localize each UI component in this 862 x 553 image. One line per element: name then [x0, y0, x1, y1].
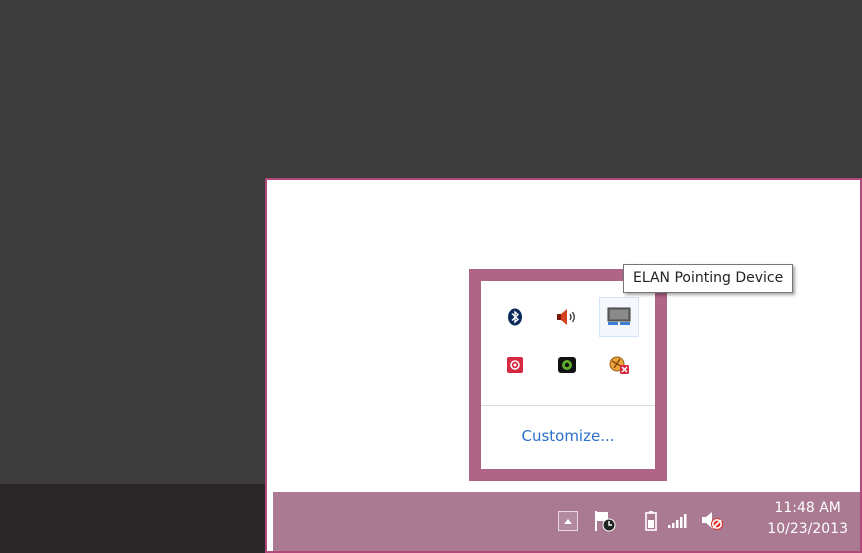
chevron-up-icon — [564, 518, 572, 524]
tray-item-network-warning[interactable] — [599, 345, 639, 385]
signal-bars-icon — [668, 514, 687, 528]
yellow-warning-network-icon — [609, 356, 629, 374]
volume-button[interactable] — [701, 509, 725, 533]
volume-muted-icon — [702, 512, 723, 530]
clock-date: 10/23/2013 — [767, 521, 848, 537]
speaker-icon — [557, 309, 575, 325]
tray-item-speaker[interactable] — [547, 297, 587, 337]
tray-item-elan-pointing-device[interactable] — [599, 297, 639, 337]
desktop-taskbar-background — [0, 484, 268, 553]
red-app-icon — [507, 357, 523, 373]
action-center-button[interactable] — [593, 509, 617, 533]
battery-button[interactable] — [639, 509, 663, 533]
show-hidden-icons-button[interactable] — [558, 511, 578, 531]
green-eye-icon — [558, 357, 576, 373]
tray-item-red-app[interactable] — [495, 345, 535, 385]
elan-pointing-device-icon — [607, 307, 631, 325]
network-button[interactable] — [665, 509, 689, 533]
notification-overflow-popup: Customize... — [469, 269, 667, 481]
taskbar: 11:48 AM 10/23/2013 — [273, 492, 860, 551]
taskbar-clock[interactable]: 11:48 AM 10/23/2013 — [767, 498, 848, 540]
clock-time: 11:48 AM — [774, 500, 841, 516]
tray-item-bluetooth[interactable] — [495, 297, 535, 337]
zoomed-notification-area-frame: Customize... ELAN Pointing Device 11:48 … — [265, 178, 862, 553]
bluetooth-icon — [508, 308, 522, 326]
tooltip: ELAN Pointing Device — [623, 264, 794, 293]
battery-icon — [645, 511, 657, 531]
action-center-flag-icon — [595, 511, 616, 532]
customize-link[interactable]: Customize... — [481, 427, 655, 445]
popup-divider — [481, 405, 655, 406]
overflow-icon-grid — [495, 295, 655, 415]
tray-item-green-eye[interactable] — [547, 345, 587, 385]
